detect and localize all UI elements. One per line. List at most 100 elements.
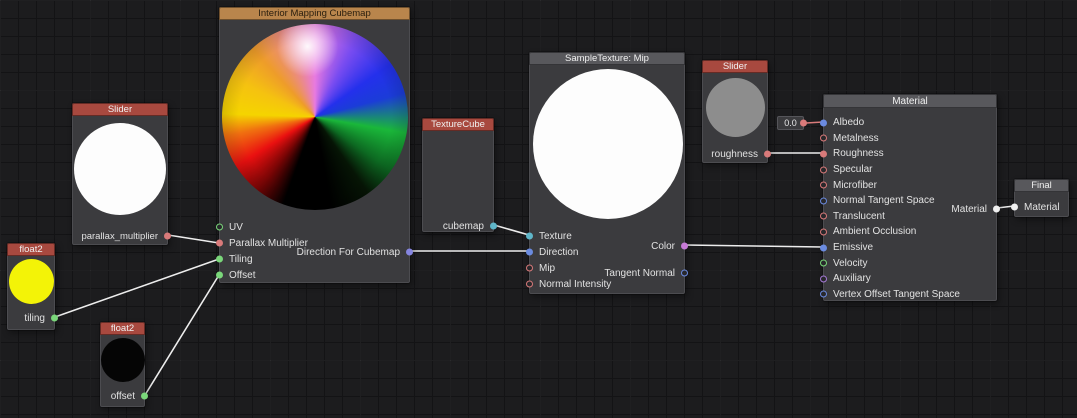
port-offset-output[interactable] xyxy=(141,393,148,400)
node-title-bar[interactable]: float2 xyxy=(7,243,55,256)
port-label: Tangent Normal xyxy=(604,268,675,279)
port-direction-for-cubemap-output[interactable] xyxy=(406,249,413,256)
port-translucent-in[interactable] xyxy=(820,213,827,220)
port-row-ambient-occlusion: Ambient Occlusion xyxy=(824,224,996,240)
port-label: Color xyxy=(651,241,675,252)
port-specular-in[interactable] xyxy=(820,166,827,173)
node-slider-parallax-multiplier[interactable]: Slider parallax_multiplier xyxy=(72,103,168,245)
wire-color-to-emissive[interactable] xyxy=(685,245,823,247)
port-parallax-multiplier-output[interactable] xyxy=(164,233,171,240)
node-float2-offset[interactable]: float2 offset xyxy=(100,322,145,407)
port-row-offset: offset xyxy=(101,389,144,403)
node-title-bar[interactable]: Final xyxy=(1014,179,1069,192)
port-row-vertex-offset-tangent-space: Vertex Offset Tangent Space xyxy=(824,287,996,303)
node-title: SampleTexture: Mip xyxy=(565,53,649,64)
node-material[interactable]: Material Albedo MetalnessRoughness Specula… xyxy=(823,94,997,301)
port-albedo-in[interactable] xyxy=(820,119,827,126)
port-metalness-in[interactable] xyxy=(820,135,827,142)
port-label: roughness xyxy=(711,149,758,160)
node-title-bar[interactable]: SampleTexture: Mip xyxy=(529,52,685,65)
port-row-velocity: Velocity xyxy=(824,255,996,271)
port-velocity-in[interactable] xyxy=(820,260,827,267)
node-graph-canvas[interactable]: float2 tiling float2 offset Slider paral… xyxy=(0,0,1077,418)
port-row-tiling: tiling xyxy=(8,311,54,325)
port-color-output[interactable] xyxy=(681,243,688,250)
port-material-output[interactable] xyxy=(993,206,1000,213)
port-row-specular: Specular xyxy=(824,162,996,178)
port-vertex-offset-tangent-space-in[interactable] xyxy=(820,291,827,298)
preview-interior-mapping-cubemap xyxy=(222,24,408,210)
port-ambient-occlusion-in[interactable] xyxy=(820,228,827,235)
port-row-tangent-normal: Tangent Normal xyxy=(604,266,684,280)
node-interior-mapping-cubemap[interactable]: Interior Mapping Cubemap UVParallax Mult… xyxy=(219,7,410,283)
port-parallax-multiplier-in[interactable] xyxy=(216,240,223,247)
port-tangent-normal-output[interactable] xyxy=(681,270,688,277)
node-texturecube[interactable]: TextureCube cubemap xyxy=(422,118,494,232)
port-roughness-in[interactable] xyxy=(820,150,827,157)
node-slider-roughness[interactable]: Slider roughness xyxy=(702,60,768,163)
port-row-microfiber: Microfiber xyxy=(824,177,996,193)
port-tiling-output[interactable] xyxy=(51,315,58,322)
port-label: Material xyxy=(1024,202,1060,213)
albedo-value: 0.0 xyxy=(784,118,797,128)
port-row-offset: Offset xyxy=(220,267,409,283)
port-row-metalness: Metalness xyxy=(824,131,996,147)
port-offset-in[interactable] xyxy=(216,272,223,279)
port-mip-in[interactable] xyxy=(526,265,533,272)
port-row-direction-for-cubemap: Direction For Cubemap xyxy=(297,245,409,259)
node-final[interactable]: Final Material xyxy=(1014,179,1069,217)
node-title-bar[interactable]: TextureCube xyxy=(422,118,494,131)
port-label: Normal Tangent Space xyxy=(833,195,935,206)
port-label: Direction xyxy=(539,247,578,258)
node-sampletexture-mip[interactable]: SampleTexture: Mip TextureDirectionMipNo… xyxy=(529,52,685,294)
port-auxiliary-in[interactable] xyxy=(820,275,827,282)
node-title-bar[interactable]: Material xyxy=(823,94,997,108)
port-row-final-material: Material xyxy=(1015,200,1068,214)
albedo-value-box[interactable]: 0.0 xyxy=(777,116,804,130)
node-float2-tiling[interactable]: float2 tiling xyxy=(7,243,55,330)
port-label: Emissive xyxy=(833,242,873,253)
node-title-bar[interactable]: Slider xyxy=(702,60,768,73)
wire-tiling-to-tiling[interactable] xyxy=(55,259,219,317)
port-label: Mip xyxy=(539,263,555,274)
port-label: parallax_multiplier xyxy=(81,231,158,242)
port-label: Tiling xyxy=(229,254,253,265)
node-title-bar[interactable]: Interior Mapping Cubemap xyxy=(219,7,410,20)
wire-offset-to-offset[interactable] xyxy=(145,275,219,395)
wire-cubemap-to-texture[interactable] xyxy=(494,225,529,235)
port-cubemap-output[interactable] xyxy=(490,223,497,230)
port-emissive-in[interactable] xyxy=(820,244,827,251)
port-uv-in[interactable] xyxy=(216,224,223,231)
port-row-color: Color xyxy=(651,239,684,253)
port-roughness-output[interactable] xyxy=(764,151,771,158)
preview-roughness xyxy=(706,78,765,137)
port-texture-in[interactable] xyxy=(526,233,533,240)
port-row-emissive: Emissive xyxy=(824,240,996,256)
preview-tiling xyxy=(9,259,54,304)
port-normal-intensity-in[interactable] xyxy=(526,281,533,288)
port-row-roughness: Roughness xyxy=(824,146,996,162)
port-label: Texture xyxy=(539,231,572,242)
port-label: Material xyxy=(951,204,987,215)
port-normal-tangent-space-in[interactable] xyxy=(820,197,827,204)
port-label: Ambient Occlusion xyxy=(833,226,916,237)
node-title-bar[interactable]: float2 xyxy=(100,322,145,335)
port-microfiber-in[interactable] xyxy=(820,182,827,189)
port-label: Auxiliary xyxy=(833,273,871,284)
port-label: Roughness xyxy=(833,148,884,159)
port-label: Specular xyxy=(833,164,872,175)
node-title-bar[interactable]: Slider xyxy=(72,103,168,116)
port-tiling-in[interactable] xyxy=(216,256,223,263)
preview-parallax-multiplier xyxy=(74,123,166,215)
port-final-material-input[interactable] xyxy=(1011,204,1018,211)
port-value-output[interactable] xyxy=(800,120,807,127)
node-title: float2 xyxy=(111,323,134,334)
port-row-auxiliary: Auxiliary xyxy=(824,271,996,287)
port-direction-in[interactable] xyxy=(526,249,533,256)
node-title: float2 xyxy=(19,244,42,255)
wire-parallax-to-parallax-multiplier[interactable] xyxy=(168,235,219,243)
port-row-material-output: Material xyxy=(951,202,996,216)
port-label: Offset xyxy=(229,270,256,281)
port-label: Albedo xyxy=(833,117,864,128)
sampletexture-inputs: TextureDirectionMipNormal Intensity xyxy=(530,228,684,292)
